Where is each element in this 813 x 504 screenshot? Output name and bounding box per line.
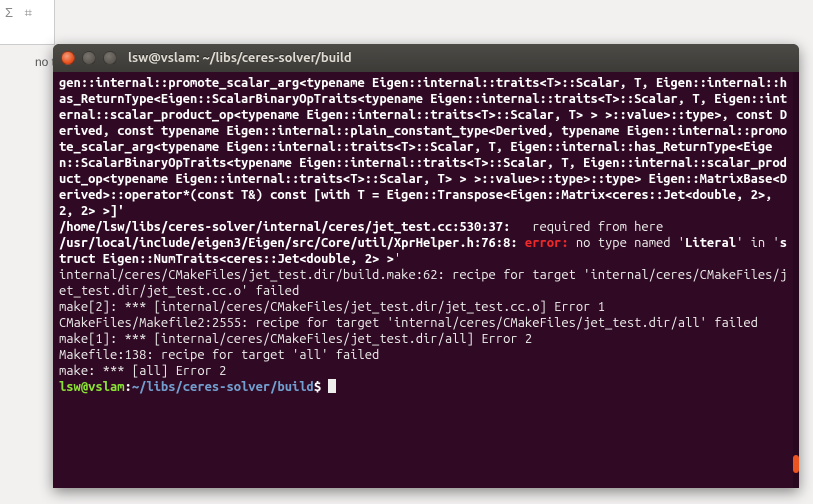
scrollbar-track[interactable] xyxy=(793,72,799,488)
error-label: error: xyxy=(525,236,576,250)
background-toolbar: Σ ⌗ xyxy=(0,0,55,45)
window-titlebar[interactable]: lsw@vslam: ~/libs/ceres-solver/build xyxy=(53,44,799,72)
error-msg-end: ' xyxy=(394,252,401,266)
eigen-header-loc: /usr/local/include/eigen3/Eigen/src/Core… xyxy=(59,236,525,250)
error-msg-mid: ' in ' xyxy=(736,236,780,250)
prompt-path: ~/libs/ceres-solver/build xyxy=(132,380,314,394)
prompt-colon: : xyxy=(125,380,132,394)
compiler-source-loc: /home/lsw/libs/ceres-solver/internal/cer… xyxy=(59,220,510,234)
prompt-dollar: $ xyxy=(314,380,329,394)
compiler-template-line: gen::internal::promote_scalar_arg<typena… xyxy=(59,76,787,218)
make-recipe-1: internal/ceres/CMakeFiles/jet_test.dir/b… xyxy=(59,268,787,298)
make2-error: make[2]: *** [internal/ceres/CMakeFiles/… xyxy=(59,300,605,314)
terminal-body[interactable]: gen::internal::promote_scalar_arg<typena… xyxy=(53,72,799,488)
make-recipe-3: Makefile:138: recipe for target 'all' fa… xyxy=(59,348,379,362)
scrollbar-thumb[interactable] xyxy=(793,455,799,473)
literal-name: Literal xyxy=(685,236,736,250)
terminal-window: lsw@vslam: ~/libs/ceres-solver/build gen… xyxy=(53,44,799,488)
error-msg-pre: no type named ' xyxy=(576,236,685,250)
required-from-here: required from here xyxy=(510,220,663,234)
window-title: lsw@vslam: ~/libs/ceres-solver/build xyxy=(128,51,352,65)
make1-error: make[1]: *** [internal/ceres/CMakeFiles/… xyxy=(59,332,532,346)
make-error: make: *** [all] Error 2 xyxy=(59,364,226,378)
close-icon[interactable] xyxy=(61,51,75,65)
cursor xyxy=(328,379,336,393)
minimize-icon[interactable] xyxy=(82,51,96,65)
prompt-user: lsw@vslam xyxy=(59,380,125,394)
maximize-icon[interactable] xyxy=(103,51,117,65)
toolbar-symbols: Σ ⌗ xyxy=(5,5,36,21)
make-recipe-2: CMakeFiles/Makefile2:2555: recipe for ta… xyxy=(59,316,758,330)
